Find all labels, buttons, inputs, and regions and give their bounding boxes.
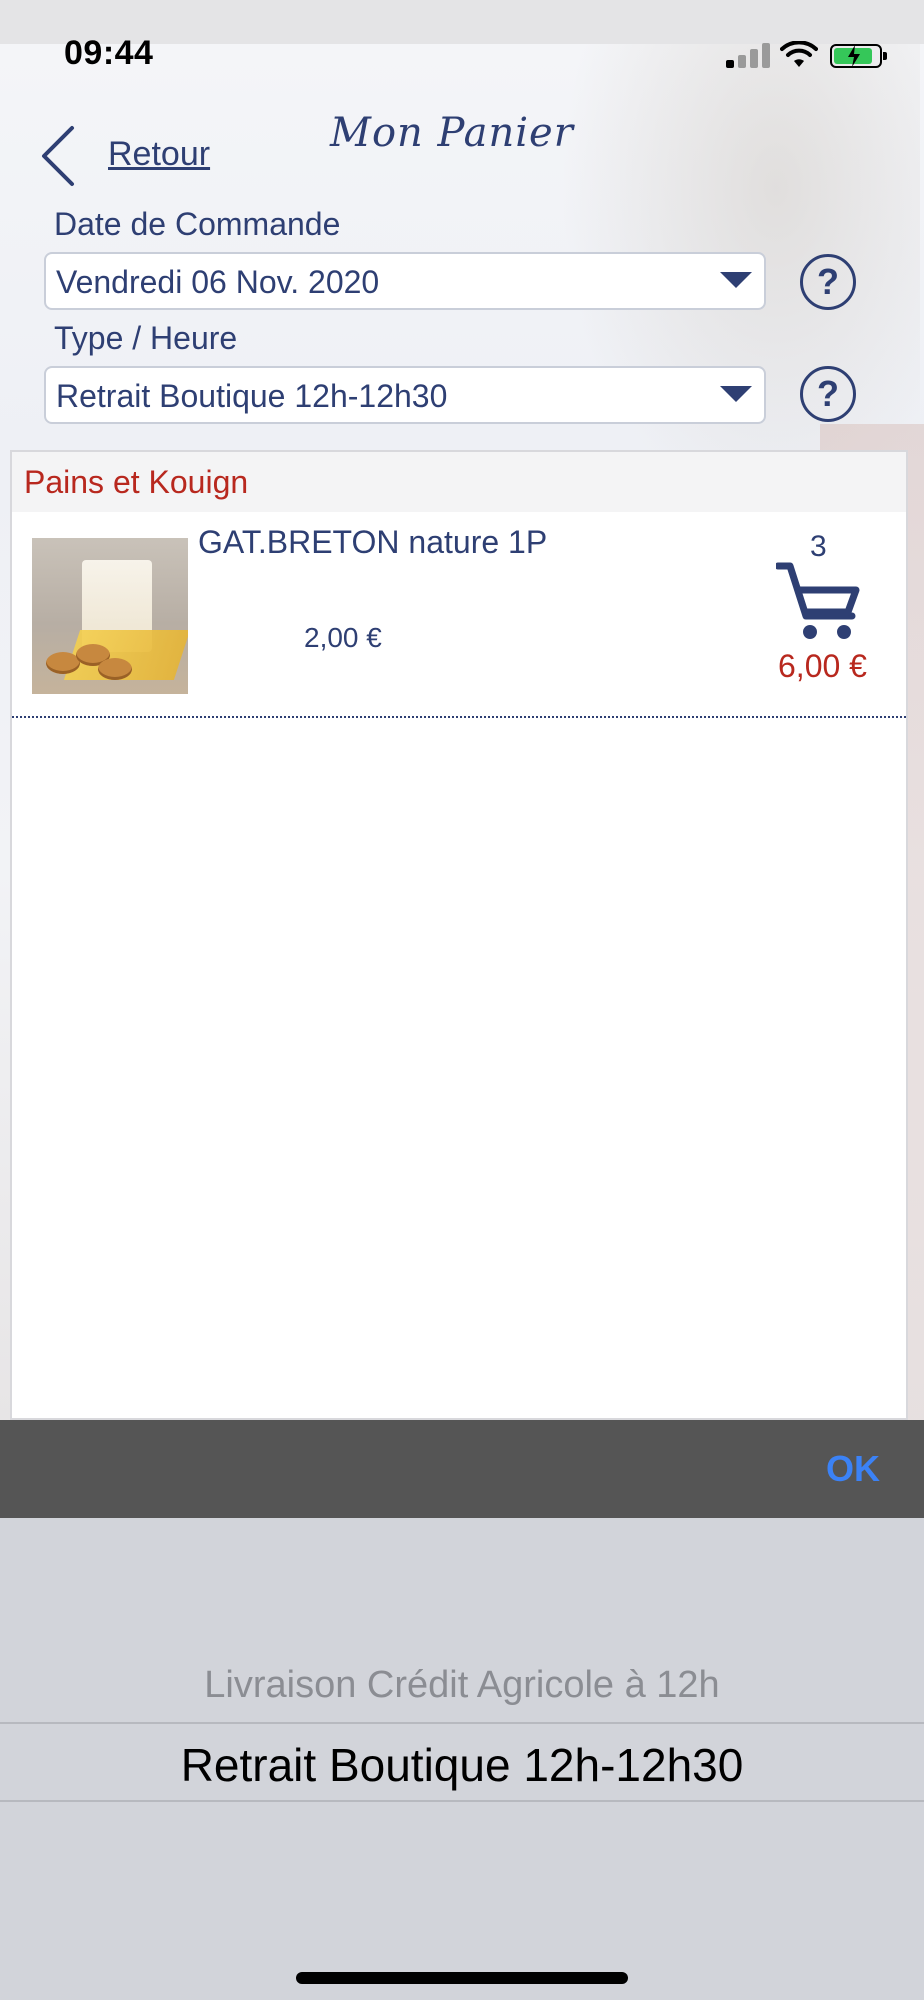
picker-selected-option: Retrait Boutique 12h-12h30 [180, 1739, 744, 1791]
cart-item-row[interactable]: GAT.BRETON nature 1P 2,00 € 3 6,00 € [12, 512, 906, 718]
order-date-value: Vendredi 06 Nov. 2020 [56, 264, 380, 300]
page-title: Mon Panier [330, 110, 574, 156]
order-date-label: Date de Commande [54, 206, 341, 242]
cart-list: Pains et Kouign GAT.BRETON nature 1P 2,0… [10, 450, 908, 1420]
back-chevron-icon[interactable] [38, 124, 78, 188]
help-icon[interactable]: ? [800, 366, 856, 422]
product-name: GAT.BRETON nature 1P [198, 524, 548, 560]
order-type-value: Retrait Boutique 12h-12h30 [56, 378, 448, 414]
order-type-label: Type / Heure [54, 320, 238, 356]
product-total: 6,00 € [778, 648, 867, 684]
cellular-signal-icon [726, 42, 770, 68]
picker-toolbar: OK [0, 1420, 924, 1518]
back-link[interactable]: Retour [108, 135, 210, 174]
order-type-select[interactable]: Retrait Boutique 12h-12h30 [44, 366, 766, 424]
dropdown-caret-icon [720, 272, 752, 288]
order-date-select[interactable]: Vendredi 06 Nov. 2020 [44, 252, 766, 310]
wifi-icon [780, 41, 818, 67]
product-quantity: 3 [810, 530, 827, 563]
status-time: 09:44 [64, 34, 154, 72]
dropdown-caret-icon [720, 386, 752, 402]
ok-button[interactable]: OK [826, 1448, 880, 1490]
status-icons [726, 41, 887, 70]
battery-charging-icon [830, 44, 887, 68]
help-icon[interactable]: ? [800, 254, 856, 310]
product-unit-price: 2,00 € [304, 622, 382, 653]
category-header: Pains et Kouign [12, 452, 906, 512]
category-title: Pains et Kouign [24, 464, 249, 500]
product-image [32, 538, 188, 694]
picker-option[interactable]: Livraison Crédit Agricole à 12h [0, 1664, 924, 1707]
picker-selected-row[interactable]: Retrait Boutique 12h-12h30 [0, 1722, 924, 1802]
type-picker-wheel[interactable]: Livraison Crédit Agricole à 12h Retrait … [0, 1518, 924, 2000]
home-indicator [296, 1972, 628, 1984]
cart-icon[interactable] [776, 560, 862, 644]
